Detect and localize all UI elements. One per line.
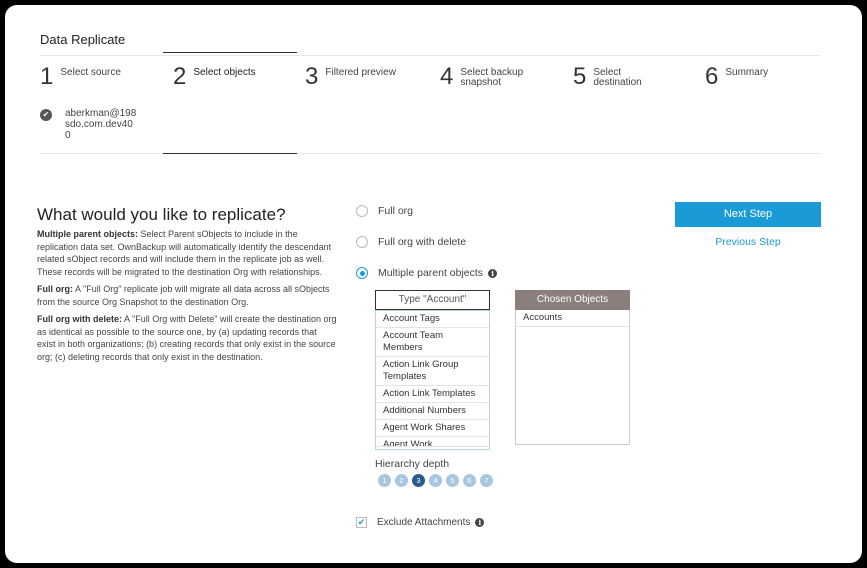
check-icon: ✔ — [40, 109, 52, 121]
step-label: Select objects — [193, 67, 256, 78]
depth-level-3[interactable]: 3 — [412, 474, 425, 487]
depth-level-4[interactable]: 4 — [429, 474, 442, 487]
info-icon[interactable]: i — [488, 268, 498, 278]
list-item[interactable]: Accounts — [516, 310, 629, 327]
depth-level-2[interactable]: 2 — [395, 474, 408, 487]
hierarchy-depth-selector: 1 2 3 4 5 6 7 — [378, 474, 497, 487]
page-title: What would you like to replicate? — [37, 205, 286, 224]
step-select-backup-snapshot[interactable]: 4 Select backup snapshot — [440, 65, 523, 89]
depth-level-6[interactable]: 6 — [463, 474, 476, 487]
radio-full-org[interactable] — [356, 205, 368, 217]
step-label: Summary — [725, 67, 769, 78]
hierarchy-depth-label: Hierarchy depth — [375, 458, 450, 470]
option-full-org-delete[interactable]: Full org with delete — [356, 236, 466, 248]
step-number: 1 — [40, 63, 54, 90]
active-step-indicator-bottom — [163, 153, 297, 154]
list-item[interactable]: Account Tags — [376, 311, 489, 328]
step-filtered-preview[interactable]: 3 Filtered preview — [305, 65, 396, 89]
desc-multiple-parent: Multiple parent objects: Select Parent s… — [37, 229, 332, 277]
step-select-destination[interactable]: 5 Select destination — [573, 65, 642, 89]
step-number: 3 — [305, 63, 319, 90]
chosen-objects-header: Chosen Objects — [515, 290, 630, 310]
app-title: Data Replicate — [40, 32, 126, 47]
info-icon[interactable]: i — [475, 518, 485, 527]
list-item[interactable]: Action Link Group Templates — [376, 357, 489, 386]
source-account: ✔ aberkman@198 sdo.com.dev40 0 — [40, 108, 136, 141]
chosen-objects-list[interactable]: Accounts — [515, 310, 630, 445]
list-item[interactable]: Action Link Templates — [376, 386, 489, 403]
list-item[interactable]: Agent Work Shares — [376, 420, 489, 437]
list-item[interactable]: Additional Numbers — [376, 403, 489, 420]
available-objects-list[interactable]: Account Tags Account Team Members Action… — [375, 310, 490, 450]
step-number: 2 — [173, 63, 187, 90]
exclude-attachments-label: Exclude Attachments — [377, 517, 471, 528]
radio-multiple-parent[interactable] — [356, 267, 368, 279]
depth-level-7[interactable]: 7 — [480, 474, 493, 487]
list-item[interactable]: Agent Work — [376, 437, 489, 447]
desc-full-org-delete: Full org with delete: A "Full Org with D… — [37, 314, 337, 362]
step-label: Filtered preview — [325, 67, 396, 78]
description: Multiple parent objects: Select Parent s… — [37, 228, 337, 368]
depth-level-1[interactable]: 1 — [378, 474, 391, 487]
option-label: Multiple parent objects — [378, 267, 484, 279]
step-summary[interactable]: 6 Summary — [705, 65, 768, 89]
object-search-input[interactable]: Type "Account" — [375, 290, 490, 310]
step-number: 6 — [705, 63, 719, 90]
active-step-indicator-top — [163, 52, 297, 53]
step-label: Select destination — [593, 67, 642, 88]
previous-step-link[interactable]: Previous Step — [675, 236, 821, 248]
step-label: Select backup snapshot — [460, 67, 524, 88]
desc-full-org: Full org: A "Full Org" replicate job wil… — [37, 284, 330, 307]
step-label: Select source — [60, 67, 121, 78]
depth-level-5[interactable]: 5 — [446, 474, 459, 487]
option-label: Full org with delete — [378, 236, 467, 248]
exclude-attachments[interactable]: ✔ Exclude Attachments i — [356, 517, 485, 528]
source-account-email: aberkman@198 sdo.com.dev40 0 — [65, 108, 137, 141]
step-select-source[interactable]: 1 Select source — [40, 65, 121, 89]
next-step-button[interactable]: Next Step — [675, 202, 821, 227]
option-label: Full org — [378, 205, 414, 217]
header-divider — [40, 55, 820, 56]
app-window: Data Replicate 1 Select source 2 Select … — [5, 5, 862, 563]
step-number: 4 — [440, 63, 454, 90]
step-number: 5 — [573, 63, 587, 90]
radio-full-org-delete[interactable] — [356, 236, 368, 248]
list-item[interactable]: Account Team Members — [376, 328, 489, 357]
exclude-attachments-checkbox[interactable]: ✔ — [356, 517, 367, 528]
option-multiple-parent[interactable]: Multiple parent objects i — [356, 267, 498, 279]
option-full-org[interactable]: Full org — [356, 205, 413, 217]
step-select-objects[interactable]: 2 Select objects — [173, 65, 256, 89]
stepper-divider — [40, 153, 820, 154]
